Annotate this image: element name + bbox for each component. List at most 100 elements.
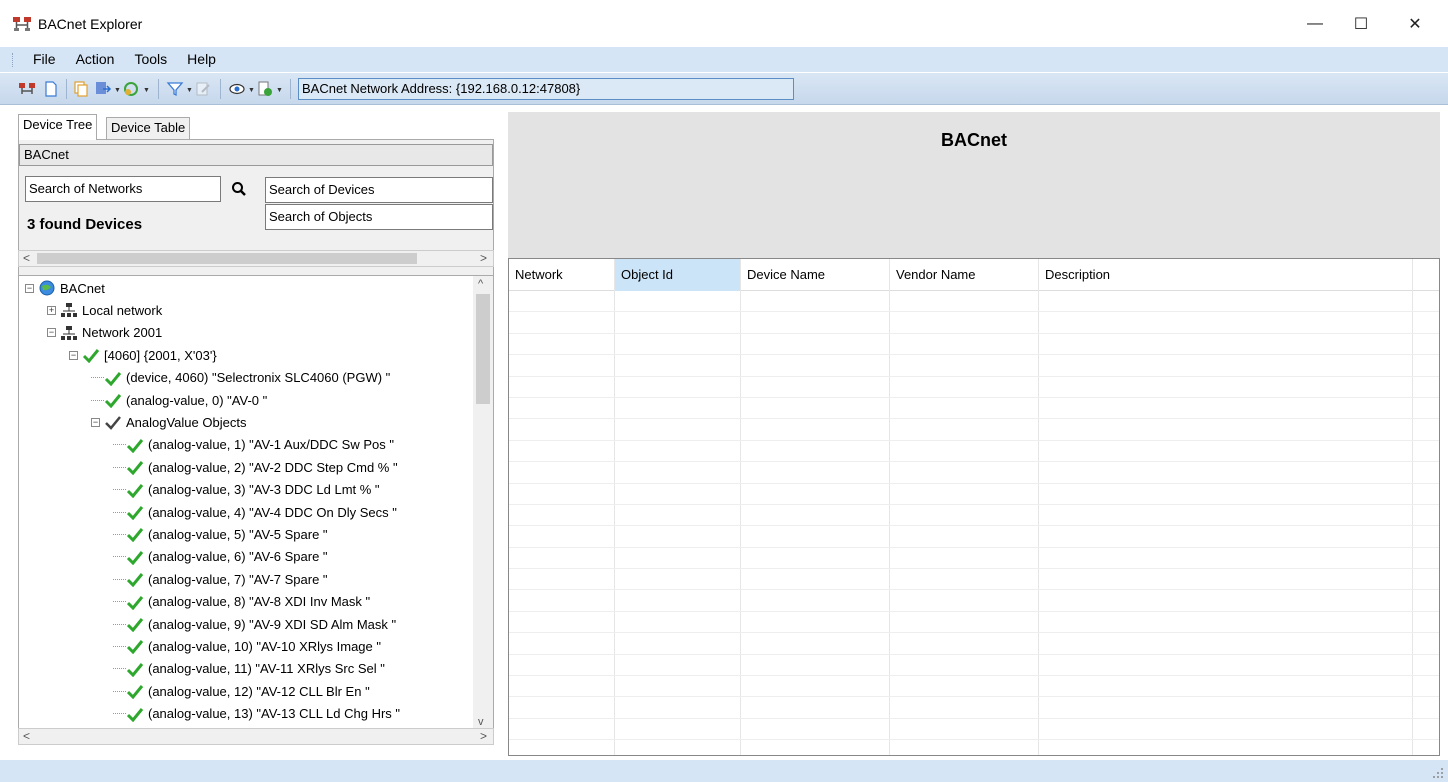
tree-node[interactable]: (analog-value, 12) "AV-12 CLL Blr En "	[113, 680, 370, 702]
check-icon	[126, 683, 144, 700]
toolbar-separator	[290, 79, 291, 99]
tree-node-label: (analog-value, 10) "AV-10 XRlys Image "	[148, 638, 381, 654]
collapse-icon[interactable]: −	[69, 350, 78, 360]
check-icon	[126, 504, 144, 521]
network-address-field[interactable]: BACnet Network Address: {192.168.0.12:47…	[298, 78, 794, 100]
tree-connector	[91, 377, 104, 379]
maximize-button[interactable]: ☐	[1338, 0, 1384, 47]
tree-node[interactable]: − AnalogValue Objects	[91, 411, 246, 433]
filter-icon[interactable]	[166, 80, 184, 98]
scroll-left-icon[interactable]: <	[23, 251, 30, 265]
close-button[interactable]: ✕	[1392, 0, 1438, 47]
menu-action[interactable]: Action	[66, 47, 125, 72]
export-dropdown-icon[interactable]: ▼	[114, 87, 121, 94]
top-horizontal-scrollbar[interactable]: < >	[18, 250, 494, 267]
add-document-icon[interactable]	[256, 80, 274, 98]
tree-node[interactable]: (device, 4060) "Selectronix SLC4060 (PGW…	[91, 367, 390, 389]
search-icon[interactable]	[231, 181, 247, 197]
refresh-icon[interactable]	[122, 80, 140, 98]
check-icon	[104, 392, 122, 409]
filter-dropdown-icon[interactable]: ▼	[186, 87, 193, 94]
scroll-down-icon[interactable]: v	[478, 716, 484, 728]
tree-node[interactable]: (analog-value, 8) "AV-8 XDI Inv Mask "	[113, 591, 370, 613]
grid-row	[509, 740, 1439, 755]
tree-node-label: BACnet	[60, 280, 105, 296]
tree-node[interactable]: (analog-value, 0) "AV-0 "	[91, 389, 267, 411]
export-icon[interactable]	[94, 80, 112, 98]
collapse-icon[interactable]: −	[25, 283, 34, 293]
copy-icon[interactable]	[72, 80, 90, 98]
tree-vertical-scrollbar[interactable]: ^ v	[473, 276, 493, 730]
column-description[interactable]: Description	[1039, 259, 1413, 291]
tree-connector	[113, 489, 126, 491]
resize-grip-icon[interactable]	[1432, 767, 1444, 779]
tree-node[interactable]: (analog-value, 4) "AV-4 DDC On Dly Secs …	[113, 501, 397, 523]
tree-node-label: (analog-value, 1) "AV-1 Aux/DDC Sw Pos "	[148, 437, 394, 453]
edit-icon[interactable]	[194, 80, 212, 98]
tree-node[interactable]: − [4060] {2001, X'03'}	[69, 344, 217, 366]
tree-node[interactable]: − Network 2001	[47, 322, 162, 344]
network-icon	[60, 302, 78, 318]
grid-row	[509, 697, 1439, 719]
check-icon	[126, 459, 144, 476]
tree-node[interactable]: (analog-value, 7) "AV-7 Spare "	[113, 568, 328, 590]
tree-node[interactable]: (analog-value, 3) "AV-3 DDC Ld Lmt % "	[113, 479, 380, 501]
column-network[interactable]: Network	[509, 259, 615, 291]
grid-row	[509, 569, 1439, 591]
scrollbar-thumb[interactable]	[476, 294, 490, 404]
tree-node[interactable]: (analog-value, 11) "AV-11 XRlys Src Sel …	[113, 658, 385, 680]
tree-node-label: (analog-value, 9) "AV-9 XDI SD Alm Mask …	[148, 616, 397, 632]
tab-device-table[interactable]: Device Table	[106, 117, 191, 139]
tree-node[interactable]: + Local network	[47, 299, 162, 321]
tree-node[interactable]: (analog-value, 5) "AV-5 Spare "	[113, 523, 328, 545]
tree-connector	[91, 399, 104, 401]
title-bar: BACnet Explorer — ☐ ✕	[0, 0, 1448, 47]
tree-node[interactable]: (analog-value, 6) "AV-6 Spare "	[113, 546, 328, 568]
scroll-left-icon[interactable]: <	[23, 729, 30, 743]
tree-node[interactable]: − BACnet	[25, 277, 105, 299]
tree-node[interactable]: (analog-value, 10) "AV-10 XRlys Image "	[113, 635, 381, 657]
bottom-horizontal-scrollbar[interactable]: < >	[18, 728, 494, 745]
minimize-button[interactable]: —	[1292, 0, 1338, 47]
column-object-id[interactable]: Object Id	[615, 259, 741, 291]
scroll-right-icon[interactable]: >	[480, 251, 487, 265]
tree-node-label: (analog-value, 8) "AV-8 XDI Inv Mask "	[148, 594, 371, 610]
collapse-icon[interactable]: −	[47, 328, 56, 338]
check-icon	[126, 706, 144, 722]
status-bar	[0, 760, 1448, 782]
tree-node-label: (analog-value, 6) "AV-6 Spare "	[148, 549, 328, 565]
scroll-up-icon[interactable]: ^	[478, 278, 483, 290]
menu-tools[interactable]: Tools	[124, 47, 177, 72]
tree-node[interactable]: (analog-value, 9) "AV-9 XDI SD Alm Mask …	[113, 613, 396, 635]
collapse-icon[interactable]: −	[91, 417, 100, 427]
view-dropdown-icon[interactable]: ▼	[248, 87, 255, 94]
tab-device-tree[interactable]: Device Tree	[18, 114, 98, 140]
tree-node-label: [4060] {2001, X'03'}	[104, 347, 217, 363]
connect-icon[interactable]	[18, 80, 36, 98]
scrollbar-thumb[interactable]	[37, 253, 417, 264]
view-icon[interactable]	[228, 80, 246, 98]
add-document-dropdown-icon[interactable]: ▼	[276, 87, 283, 94]
grid-row	[509, 441, 1439, 463]
search-networks-input[interactable]: Search of Networks	[25, 176, 221, 202]
search-objects-input[interactable]: Search of Objects	[265, 204, 493, 230]
grid-row	[509, 505, 1439, 527]
tree-node[interactable]: (analog-value, 1) "AV-1 Aux/DDC Sw Pos "	[113, 434, 394, 456]
menu-help[interactable]: Help	[177, 47, 226, 72]
tree-connector	[113, 690, 126, 692]
tree-node[interactable]: (analog-value, 13) "AV-13 CLL Ld Chg Hrs…	[113, 703, 400, 725]
menu-file[interactable]: File	[23, 47, 66, 72]
toolbar: ▼ ▼ ▼ ▼ ▼ BACnet Network Address: {192.1…	[0, 73, 1448, 105]
check-icon	[126, 571, 144, 588]
search-devices-input[interactable]: Search of Devices	[265, 177, 493, 203]
new-file-icon[interactable]	[42, 80, 60, 98]
scroll-right-icon[interactable]: >	[480, 729, 487, 743]
column-vendor-name[interactable]: Vendor Name	[890, 259, 1039, 291]
tree-node[interactable]: (analog-value, 2) "AV-2 DDC Step Cmd % "	[113, 456, 398, 478]
check-icon	[126, 616, 144, 633]
grid-row	[509, 633, 1439, 655]
refresh-dropdown-icon[interactable]: ▼	[143, 87, 150, 94]
column-device-name[interactable]: Device Name	[741, 259, 890, 291]
expand-icon[interactable]: +	[47, 305, 56, 315]
check-icon	[82, 347, 100, 364]
